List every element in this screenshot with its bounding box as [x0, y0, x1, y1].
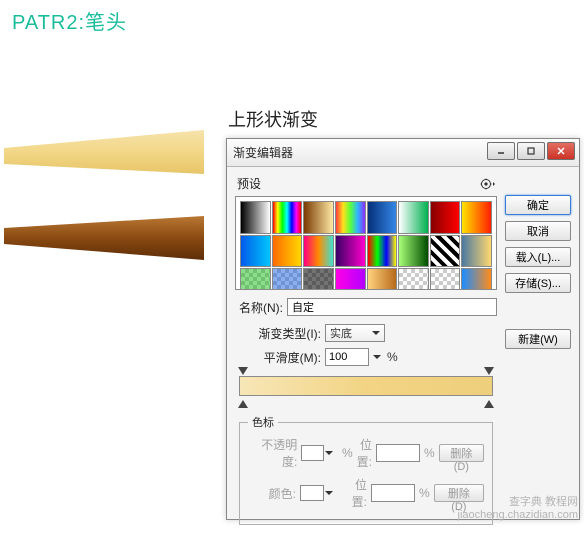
gradient-type-select[interactable]: 实底 — [325, 324, 385, 342]
delete-color-stop-button[interactable]: 删除(D) — [434, 484, 484, 502]
preset-swatch[interactable] — [398, 235, 429, 268]
preset-swatch[interactable] — [335, 201, 366, 234]
preset-swatch[interactable] — [398, 201, 429, 234]
preset-swatch[interactable] — [303, 268, 334, 290]
load-button[interactable]: 载入(L)... — [505, 247, 571, 267]
new-button[interactable]: 新建(W) — [505, 329, 571, 349]
color-label: 颜色: — [248, 485, 296, 502]
close-button[interactable] — [547, 142, 575, 160]
dialog-titlebar[interactable]: 渐变编辑器 — [227, 139, 579, 167]
name-label: 名称(N): — [235, 299, 283, 316]
preset-swatch[interactable] — [335, 268, 366, 290]
smoothness-label: 平滑度(M): — [249, 349, 321, 366]
preset-swatch[interactable] — [240, 268, 271, 290]
color-stop-right[interactable] — [484, 395, 494, 405]
preset-swatch[interactable] — [430, 201, 461, 234]
preset-swatch[interactable] — [461, 235, 492, 268]
preset-swatch[interactable] — [398, 268, 429, 290]
name-input[interactable] — [287, 298, 497, 316]
cancel-button[interactable]: 取消 — [505, 221, 571, 241]
preset-swatch[interactable] — [430, 235, 461, 268]
percent-unit: % — [419, 486, 430, 500]
percent-unit: % — [387, 350, 398, 364]
pentip-shape-bottom — [4, 210, 204, 260]
presets-label: 预设 — [237, 175, 261, 192]
preset-swatch[interactable] — [272, 268, 303, 290]
pentip-shape-top — [4, 130, 204, 180]
preset-swatch[interactable] — [367, 235, 398, 268]
preset-swatch[interactable] — [272, 201, 303, 234]
presets-menu-gear-icon[interactable] — [479, 176, 495, 192]
gradient-bar[interactable] — [239, 376, 493, 396]
color-swatch-dropdown[interactable] — [300, 485, 324, 501]
preset-swatch[interactable] — [240, 235, 271, 268]
color-location-input[interactable] — [371, 484, 415, 502]
preset-swatch[interactable] — [303, 201, 334, 234]
opacity-location-input[interactable] — [376, 444, 420, 462]
page-title: PATR2:笔头 — [12, 6, 127, 35]
preset-swatch[interactable] — [240, 201, 271, 234]
presets-panel[interactable] — [235, 196, 497, 290]
location-label: 位置: — [342, 476, 367, 510]
shape-caption: 上形状渐变 — [228, 106, 318, 132]
opacity-label: 不透明度: — [248, 436, 297, 470]
opacity-stop-right[interactable] — [484, 367, 494, 377]
location-label: 位置: — [357, 436, 372, 470]
percent-unit: % — [342, 446, 353, 460]
preset-swatch[interactable] — [430, 268, 461, 290]
gradient-editor-dialog: 渐变编辑器 预设 名称(N): 渐变类型(I): — [226, 138, 580, 520]
preset-swatch[interactable] — [367, 201, 398, 234]
preset-swatch[interactable] — [335, 235, 366, 268]
color-stops-fieldset: 色标 不透明度: % 位置: % 删除(D) — [239, 414, 493, 525]
delete-opacity-stop-button[interactable]: 删除(D) — [439, 444, 484, 462]
color-stop-left[interactable] — [238, 395, 248, 405]
percent-unit: % — [424, 446, 435, 460]
smoothness-input[interactable] — [325, 348, 369, 366]
opacity-value-dropdown[interactable] — [301, 445, 324, 461]
gradient-type-label: 渐变类型(I): — [249, 325, 321, 342]
opacity-stop-left[interactable] — [238, 367, 248, 377]
minimize-button[interactable] — [487, 142, 515, 160]
dialog-title: 渐变编辑器 — [233, 144, 293, 161]
preset-swatch[interactable] — [303, 235, 334, 268]
color-stops-legend: 色标 — [248, 414, 278, 430]
ok-button[interactable]: 确定 — [505, 195, 571, 215]
preset-swatch[interactable] — [461, 201, 492, 234]
preset-swatch[interactable] — [272, 235, 303, 268]
maximize-button[interactable] — [517, 142, 545, 160]
preset-swatch[interactable] — [367, 268, 398, 290]
preset-swatch[interactable] — [461, 268, 492, 290]
save-button[interactable]: 存储(S)... — [505, 273, 571, 293]
